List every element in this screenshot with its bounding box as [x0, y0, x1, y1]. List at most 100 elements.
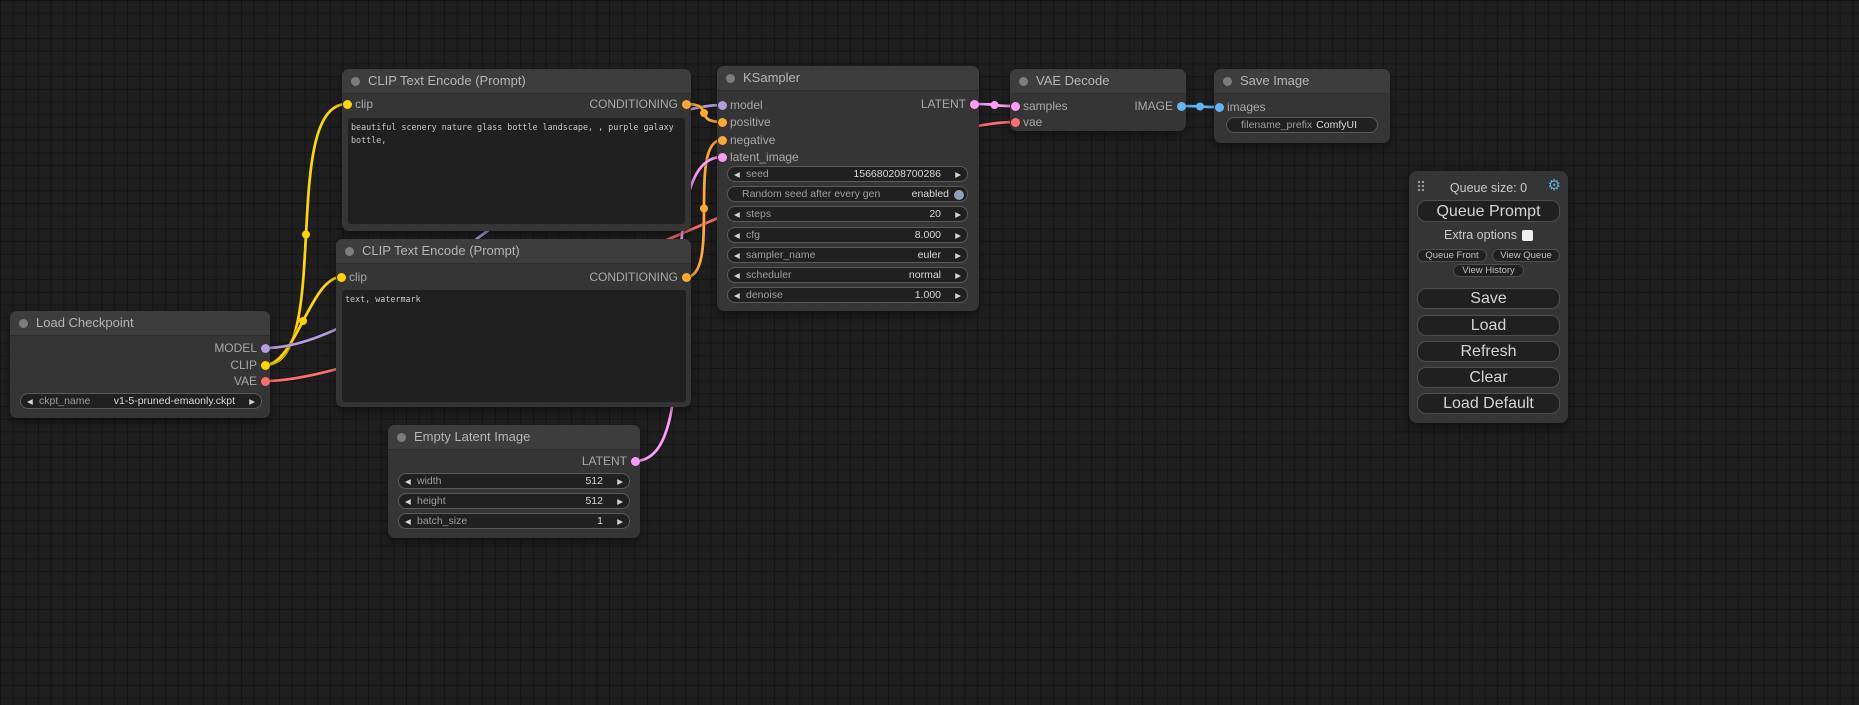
- decrement-arrow-icon[interactable]: ◀: [734, 207, 740, 222]
- images-input-label: images: [1227, 101, 1266, 113]
- sampler-name-label: sampler_name: [746, 248, 815, 263]
- denoise-label: denoise: [746, 288, 783, 303]
- increment-arrow-icon[interactable]: ▶: [617, 494, 623, 509]
- prompt-text-area[interactable]: beautiful scenery nature glass bottle la…: [348, 118, 685, 224]
- load-button[interactable]: Load: [1417, 315, 1560, 336]
- conditioning-output-port[interactable]: [682, 100, 691, 109]
- node-title-bar[interactable]: VAE Decode: [1010, 69, 1186, 94]
- node-load-checkpoint[interactable]: Load CheckpointMODELCLIPVAE◀▶ckpt_namev1…: [10, 311, 270, 418]
- node-title-bar[interactable]: Load Checkpoint: [10, 311, 270, 336]
- node-title-bar[interactable]: CLIP Text Encode (Prompt): [342, 69, 691, 94]
- image-output-port[interactable]: [1177, 102, 1186, 111]
- collapse-dot-icon[interactable]: [397, 433, 406, 442]
- node-clip-text-encode-positive[interactable]: CLIP Text Encode (Prompt)clipCONDITIONIN…: [342, 69, 691, 231]
- load-default-button[interactable]: Load Default: [1417, 393, 1560, 414]
- graph-canvas[interactable]: Load CheckpointMODELCLIPVAE◀▶ckpt_namev1…: [0, 0, 1859, 705]
- increment-arrow-icon[interactable]: ▶: [617, 474, 623, 489]
- collapse-dot-icon[interactable]: [351, 77, 360, 86]
- node-title-bar[interactable]: KSampler: [717, 66, 979, 91]
- scheduler-label: scheduler: [746, 268, 792, 283]
- node-title-bar[interactable]: Empty Latent Image: [388, 425, 640, 450]
- increment-arrow-icon[interactable]: ▶: [955, 167, 961, 182]
- positive-input-port[interactable]: [718, 118, 727, 127]
- conditioning-output-label: CONDITIONING: [589, 98, 678, 110]
- latent-image-input-label: latent_image: [730, 151, 799, 163]
- decrement-arrow-icon[interactable]: ◀: [734, 167, 740, 182]
- clip-input-port[interactable]: [337, 273, 346, 282]
- width-widget[interactable]: ◀▶width512: [398, 473, 630, 489]
- steps-widget[interactable]: ◀▶steps20: [727, 206, 968, 222]
- denoise-widget[interactable]: ◀▶denoise1.000: [727, 287, 968, 303]
- save-button[interactable]: Save: [1417, 288, 1560, 309]
- samples-input-port[interactable]: [1011, 102, 1020, 111]
- increment-arrow-icon[interactable]: ▶: [955, 268, 961, 283]
- decrement-arrow-icon[interactable]: ◀: [734, 288, 740, 303]
- sampler-name-widget[interactable]: ◀▶sampler_nameeuler: [727, 247, 968, 263]
- clip-output-port[interactable]: [261, 361, 270, 370]
- collapse-dot-icon[interactable]: [345, 247, 354, 256]
- node-save-image[interactable]: Save Image images filename_prefixComfyUI: [1214, 69, 1390, 143]
- node-title-bar[interactable]: CLIP Text Encode (Prompt): [336, 239, 691, 264]
- extra-options-checkbox[interactable]: [1522, 230, 1533, 241]
- prompt-text-area[interactable]: text, watermark: [342, 290, 686, 402]
- model-output-label: MODEL: [214, 342, 257, 354]
- gear-icon[interactable]: ⚙: [1548, 178, 1561, 193]
- negative-input-port[interactable]: [718, 136, 727, 145]
- view-queue-button[interactable]: View Queue: [1492, 249, 1560, 262]
- model-input-port[interactable]: [718, 101, 727, 110]
- view-history-button[interactable]: View History: [1453, 264, 1524, 277]
- checkpoint-clip-to-positive-clip-midpoint-dot: [302, 231, 310, 239]
- batch-size-widget[interactable]: ◀▶batch_size1: [398, 513, 630, 529]
- queue-prompt-button[interactable]: Queue Prompt: [1417, 200, 1560, 222]
- height-value: 512: [585, 494, 603, 509]
- height-widget[interactable]: ◀▶height512: [398, 493, 630, 509]
- node-title: Load Checkpoint: [36, 311, 134, 335]
- latent-output-port[interactable]: [631, 457, 640, 466]
- image-output-label: IMAGE: [1134, 100, 1173, 112]
- collapse-dot-icon[interactable]: [1019, 77, 1028, 86]
- clip-input-port[interactable]: [343, 100, 352, 109]
- collapse-dot-icon[interactable]: [726, 74, 735, 83]
- scheduler-widget[interactable]: ◀▶schedulernormal: [727, 267, 968, 283]
- random-seed-after-every-gen-value: enabled: [912, 187, 949, 202]
- node-vae-decode[interactable]: VAE DecodesamplesvaeIMAGE: [1010, 69, 1186, 131]
- images-input-port[interactable]: [1215, 103, 1224, 112]
- increment-arrow-icon[interactable]: ▶: [249, 394, 255, 409]
- cfg-widget[interactable]: ◀▶cfg8.000: [727, 227, 968, 243]
- increment-arrow-icon[interactable]: ▶: [955, 248, 961, 263]
- negative-input-label: negative: [730, 134, 775, 146]
- increment-arrow-icon[interactable]: ▶: [955, 207, 961, 222]
- decrement-arrow-icon[interactable]: ◀: [27, 394, 33, 409]
- node-clip-text-encode-negative[interactable]: CLIP Text Encode (Prompt)clipCONDITIONIN…: [336, 239, 691, 407]
- decrement-arrow-icon[interactable]: ◀: [405, 474, 411, 489]
- queue-front-button[interactable]: Queue Front: [1417, 249, 1487, 262]
- seed-widget[interactable]: ◀▶seed156680208700286: [727, 166, 968, 182]
- node-title-bar[interactable]: Save Image: [1214, 69, 1390, 94]
- random-seed-after-every-gen-widget[interactable]: Random seed after every genenabled: [727, 186, 968, 202]
- collapse-dot-icon[interactable]: [1223, 77, 1232, 86]
- conditioning-output-port[interactable]: [682, 273, 691, 282]
- toggle-circle-icon[interactable]: [954, 190, 964, 200]
- node-empty-latent-image[interactable]: Empty Latent ImageLATENT◀▶width512◀▶heig…: [388, 425, 640, 538]
- model-output-port[interactable]: [261, 344, 270, 353]
- increment-arrow-icon[interactable]: ▶: [617, 514, 623, 529]
- negative-conditioning-to-ksampler-midpoint-dot: [700, 205, 708, 213]
- decrement-arrow-icon[interactable]: ◀: [405, 514, 411, 529]
- latent-image-input-port[interactable]: [718, 153, 727, 162]
- refresh-button[interactable]: Refresh: [1417, 341, 1560, 362]
- vae-input-port[interactable]: [1011, 118, 1020, 127]
- ckpt-name-widget[interactable]: ◀▶ckpt_namev1-5-pruned-emaonly.ckpt: [20, 393, 262, 409]
- decrement-arrow-icon[interactable]: ◀: [405, 494, 411, 509]
- vae-output-port[interactable]: [261, 377, 270, 386]
- collapse-dot-icon[interactable]: [19, 319, 28, 328]
- node-ksampler[interactable]: KSamplermodelpositivenegativelatent_imag…: [717, 66, 979, 311]
- decrement-arrow-icon[interactable]: ◀: [734, 228, 740, 243]
- latent-output-port[interactable]: [970, 100, 979, 109]
- decrement-arrow-icon[interactable]: ◀: [734, 268, 740, 283]
- decrement-arrow-icon[interactable]: ◀: [734, 248, 740, 263]
- ksampler-latent-to-vae-decode-midpoint-dot: [991, 101, 999, 109]
- clear-button[interactable]: Clear: [1417, 367, 1560, 388]
- filename-prefix-widget[interactable]: filename_prefixComfyUI: [1226, 117, 1378, 133]
- increment-arrow-icon[interactable]: ▶: [955, 288, 961, 303]
- increment-arrow-icon[interactable]: ▶: [955, 228, 961, 243]
